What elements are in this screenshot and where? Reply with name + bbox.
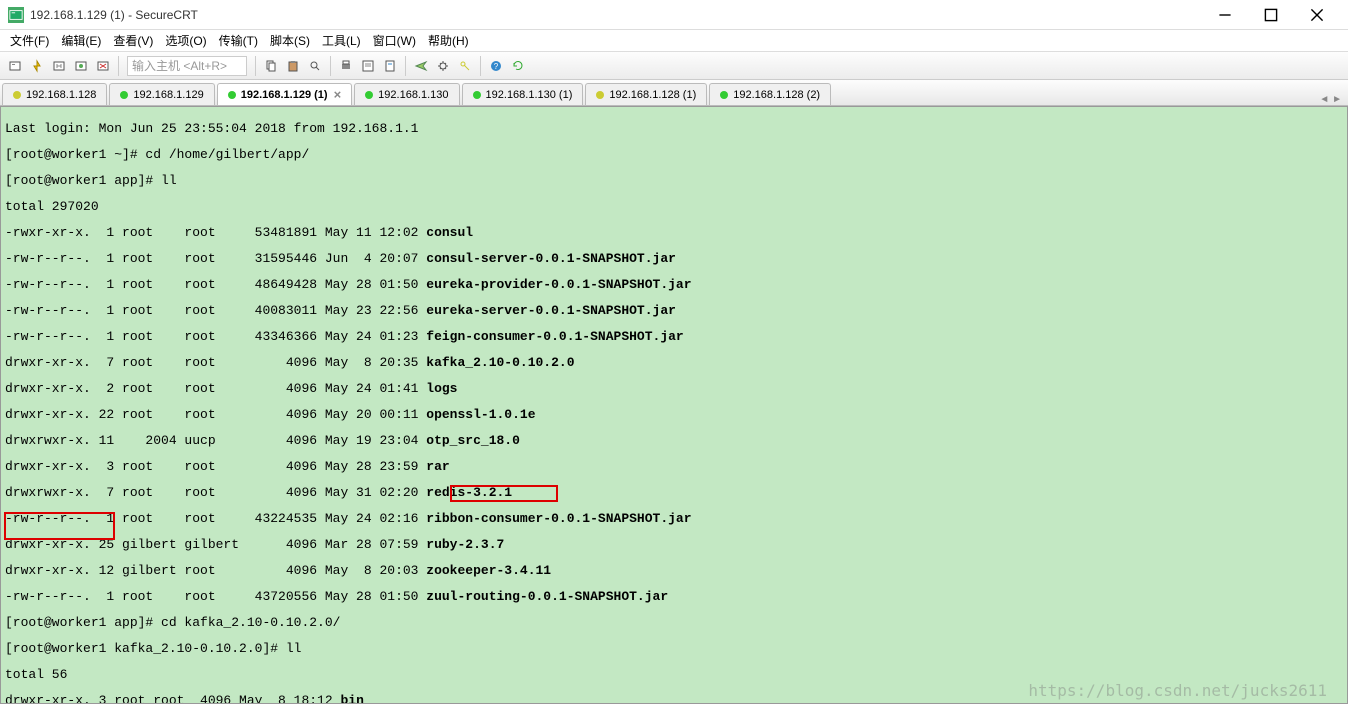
- quick-connect-icon[interactable]: [27, 56, 47, 76]
- close-button[interactable]: [1294, 0, 1340, 30]
- status-dot-icon: [473, 91, 481, 99]
- term-line: -rw-r--r--. 1 root root 31595446 Jun 4 2…: [5, 251, 676, 266]
- terminal-output[interactable]: Last login: Mon Jun 25 23:55:04 2018 fro…: [0, 106, 1348, 704]
- help-icon[interactable]: ?: [486, 56, 506, 76]
- host-input[interactable]: 输入主机 <Alt+R>: [127, 56, 247, 76]
- new-tab-icon[interactable]: [71, 56, 91, 76]
- toolbar-separator: [118, 56, 119, 76]
- host-placeholder: 输入主机 <Alt+R>: [132, 57, 227, 74]
- menu-help[interactable]: 帮助(H): [424, 30, 473, 51]
- title-bar: 192.168.1.129 (1) - SecureCRT: [0, 0, 1348, 30]
- tab-label: 192.168.1.128 (1): [609, 89, 696, 101]
- term-line: [root@worker1 ~]# cd /home/gilbert/app/: [5, 147, 309, 162]
- term-line: [root@worker1 app]# cd kafka_2.10-0.10.2…: [5, 615, 340, 630]
- menu-script[interactable]: 脚本(S): [266, 30, 314, 51]
- term-line: drwxr-xr-x. 25 gilbert gilbert 4096 Mar …: [5, 537, 504, 552]
- session-tab[interactable]: 192.168.1.128: [2, 83, 107, 105]
- disconnect-icon[interactable]: [93, 56, 113, 76]
- toolbar-separator: [480, 56, 481, 76]
- connect-icon[interactable]: [5, 56, 25, 76]
- key-icon[interactable]: [455, 56, 475, 76]
- session-tab[interactable]: 192.168.1.128 (2): [709, 83, 831, 105]
- term-line: drwxr-xr-x. 12 gilbert root 4096 May 8 2…: [5, 563, 551, 578]
- status-dot-icon: [228, 91, 236, 99]
- menu-edit[interactable]: 编辑(E): [57, 30, 105, 51]
- tab-label: 192.168.1.130: [378, 89, 448, 101]
- session-tab[interactable]: 192.168.1.129: [109, 83, 214, 105]
- copy-icon[interactable]: [261, 56, 281, 76]
- menu-options[interactable]: 选项(O): [161, 30, 210, 51]
- term-line: -rw-r--r--. 1 root root 43720556 May 28 …: [5, 589, 668, 604]
- svg-text:?: ?: [494, 62, 499, 71]
- window-title: 192.168.1.129 (1) - SecureCRT: [30, 8, 1202, 22]
- tab-label: 192.168.1.130 (1): [486, 89, 573, 101]
- term-line: total 297020: [5, 199, 99, 214]
- menu-view[interactable]: 查看(V): [109, 30, 157, 51]
- term-line: [root@worker1 kafka_2.10-0.10.2.0]# ll: [5, 641, 301, 656]
- menu-window[interactable]: 窗口(W): [369, 30, 420, 51]
- term-line: -rw-r--r--. 1 root root 48649428 May 28 …: [5, 277, 692, 292]
- term-line: -rw-r--r--. 1 root root 43346366 May 24 …: [5, 329, 684, 344]
- session-tab[interactable]: 192.168.1.130: [354, 83, 459, 105]
- print-icon[interactable]: [336, 56, 356, 76]
- menu-file[interactable]: 文件(F): [6, 30, 53, 51]
- session-tab[interactable]: 192.168.1.128 (1): [585, 83, 707, 105]
- tab-scroll-arrows[interactable]: ◄ ►: [1315, 94, 1346, 105]
- status-dot-icon: [365, 91, 373, 99]
- send-icon[interactable]: [411, 56, 431, 76]
- refresh-icon[interactable]: [508, 56, 528, 76]
- term-line: -rw-r--r--. 1 root root 43224535 May 24 …: [5, 511, 692, 526]
- toolbar-separator: [405, 56, 406, 76]
- term-line: drwxr-xr-x. 22 root root 4096 May 20 00:…: [5, 407, 536, 422]
- properties-icon[interactable]: [358, 56, 378, 76]
- term-line: drwxr-xr-x. 2 root root 4096 May 24 01:4…: [5, 381, 458, 396]
- tab-close-icon[interactable]: ×: [334, 87, 342, 102]
- term-line: drwxr-xr-x. 3 root root 4096 May 28 23:5…: [5, 459, 450, 474]
- menu-transfer[interactable]: 传输(T): [215, 30, 262, 51]
- app-icon: [8, 7, 24, 23]
- session-tab-active[interactable]: 192.168.1.129 (1) ×: [217, 83, 352, 105]
- tab-bar: 192.168.1.128 192.168.1.129 192.168.1.12…: [0, 80, 1348, 106]
- menu-tools[interactable]: 工具(L): [318, 30, 365, 51]
- menu-bar: 文件(F) 编辑(E) 查看(V) 选项(O) 传输(T) 脚本(S) 工具(L…: [0, 30, 1348, 52]
- status-dot-icon: [13, 91, 21, 99]
- term-line: -rwxr-xr-x. 1 root root 53481891 May 11 …: [5, 225, 473, 240]
- minimize-button[interactable]: [1202, 0, 1248, 30]
- status-dot-icon: [596, 91, 604, 99]
- status-dot-icon: [120, 91, 128, 99]
- term-line: [root@worker1 app]# ll: [5, 173, 177, 188]
- toolbar-separator: [330, 56, 331, 76]
- tab-label: 192.168.1.129 (1): [241, 89, 328, 101]
- reconnect-icon[interactable]: [49, 56, 69, 76]
- term-line: drwxrwxr-x. 7 root root 4096 May 31 02:2…: [5, 485, 512, 500]
- term-line: -rw-r--r--. 1 root root 40083011 May 23 …: [5, 303, 676, 318]
- session-tab[interactable]: 192.168.1.130 (1): [462, 83, 584, 105]
- tab-label: 192.168.1.129: [133, 89, 203, 101]
- term-line: drwxrwxr-x. 11 2004 uucp 4096 May 19 23:…: [5, 433, 520, 448]
- term-line: drwxr-xr-x. 7 root root 4096 May 8 20:35…: [5, 355, 575, 370]
- term-line: Last login: Mon Jun 25 23:55:04 2018 fro…: [5, 121, 418, 136]
- tab-label: 192.168.1.128: [26, 89, 96, 101]
- settings-icon[interactable]: [433, 56, 453, 76]
- maximize-button[interactable]: [1248, 0, 1294, 30]
- watermark: https://blog.csdn.net/jucks2611: [1028, 684, 1327, 697]
- status-dot-icon: [720, 91, 728, 99]
- find-icon[interactable]: [305, 56, 325, 76]
- term-line: drwxr-xr-x. 3 root root 4096 May 8 18:12…: [5, 693, 364, 704]
- paste-icon[interactable]: [283, 56, 303, 76]
- term-line: total 56: [5, 667, 67, 682]
- toolbar-separator: [255, 56, 256, 76]
- tab-label: 192.168.1.128 (2): [733, 89, 820, 101]
- log-icon[interactable]: [380, 56, 400, 76]
- toolbar: 输入主机 <Alt+R> ?: [0, 52, 1348, 80]
